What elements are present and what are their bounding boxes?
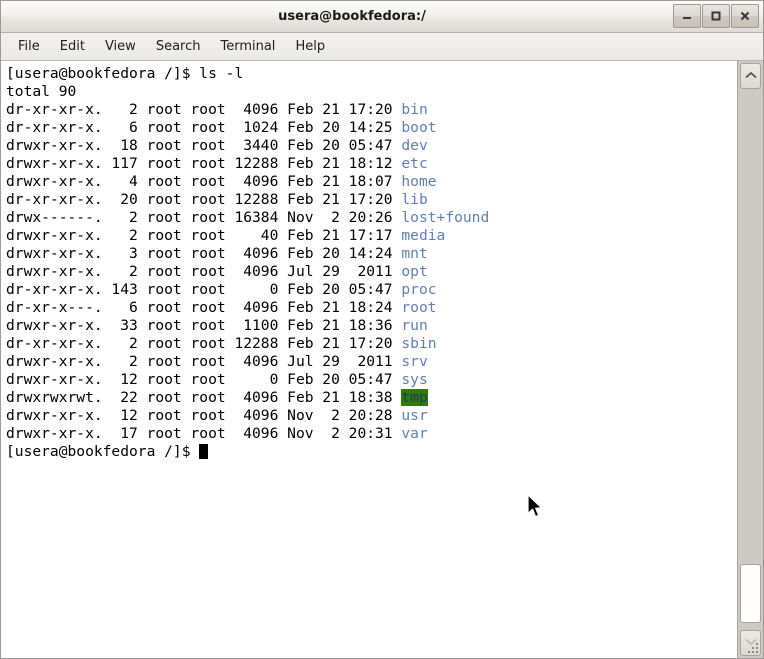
listing-row-meta: drwxr-xr-x. 2 root root 40 Feb 21 17:17 (6, 227, 402, 244)
terminal-listing-row: drwxr-xr-x. 33 root root 1100 Feb 21 18:… (6, 317, 737, 335)
resize-grip[interactable] (747, 642, 761, 656)
terminal-listing-row: dr-xr-xr-x. 20 root root 12288 Feb 21 17… (6, 191, 737, 209)
listing-row-name: dev (401, 137, 428, 154)
chevron-up-icon (744, 67, 758, 85)
terminal-listing-row: drwxr-xr-x. 2 root root 4096 Jul 29 2011… (6, 353, 737, 371)
listing-row-meta: drwxr-xr-x. 3 root root 4096 Feb 20 14:2… (6, 245, 402, 262)
listing-row-name: media (401, 227, 446, 244)
terminal-scrollbar[interactable] (737, 61, 763, 658)
terminal-listing-row: drwxr-xr-x. 18 root root 3440 Feb 20 05:… (6, 137, 737, 155)
listing-row-meta: dr-xr-xr-x. 2 root root 12288 Feb 21 17:… (6, 335, 402, 352)
terminal-listing-row: dr-xr-xr-x. 143 root root 0 Feb 20 05:47… (6, 281, 737, 299)
listing-row-meta: dr-xr-xr-x. 20 root root 12288 Feb 21 17… (6, 191, 402, 208)
listing-row-name: var (401, 425, 428, 442)
terminal-listing-row: drwxr-xr-x. 4 root root 4096 Feb 21 18:0… (6, 173, 737, 191)
terminal-command-line: [usera@bookfedora /]$ ls -l (6, 65, 244, 82)
menu-item-help[interactable]: Help (286, 36, 334, 57)
terminal-listing-row: drwx------. 2 root root 16384 Nov 2 20:2… (6, 209, 737, 227)
listing-row-name: sbin (401, 335, 437, 352)
terminal-listing-row: drwxr-xr-x. 3 root root 4096 Feb 20 14:2… (6, 245, 737, 263)
scrollbar-up-button[interactable] (740, 63, 761, 89)
listing-row-meta: drwx------. 2 root root 16384 Nov 2 20:2… (6, 209, 402, 226)
listing-row-meta: dr-xr-xr-x. 143 root root 0 Feb 20 05:47 (6, 281, 402, 298)
terminal-listing-row: drwxr-xr-x. 2 root root 40 Feb 21 17:17 … (6, 227, 737, 245)
menu-item-search[interactable]: Search (147, 36, 210, 57)
listing-row-meta: drwxr-xr-x. 4 root root 4096 Feb 21 18:0… (6, 173, 402, 190)
listing-row-name: sys (401, 371, 428, 388)
terminal-listing-row: drwxrwxrwt. 22 root root 4096 Feb 21 18:… (6, 389, 737, 407)
terminal-prompt: [usera@bookfedora /]$ (6, 443, 200, 460)
terminal-listing-row: drwxr-xr-x. 2 root root 4096 Jul 29 2011… (6, 263, 737, 281)
window-title: usera@bookfedora:/ (278, 9, 426, 24)
close-button[interactable] (731, 4, 759, 28)
listing-row-name: mnt (401, 245, 428, 262)
terminal-listing-row: dr-xr-x---. 6 root root 4096 Feb 21 18:2… (6, 299, 737, 317)
listing-row-name: usr (401, 407, 428, 424)
terminal-listing-row: drwxr-xr-x. 17 root root 4096 Nov 2 20:3… (6, 425, 737, 443)
listing-row-meta: drwxr-xr-x. 12 root root 0 Feb 20 05:47 (6, 371, 402, 388)
listing-row-meta: dr-xr-xr-x. 2 root root 4096 Feb 21 17:2… (6, 101, 402, 118)
terminal-area: [usera@bookfedora /]$ ls -l total 90 dr-xr… (1, 61, 763, 658)
menu-item-file[interactable]: File (9, 36, 49, 57)
listing-row-name: lib (401, 191, 428, 208)
scrollbar-track[interactable] (740, 91, 761, 628)
listing-row-name: etc (401, 155, 428, 172)
text-cursor (199, 444, 209, 459)
terminal-listing-row: dr-xr-xr-x. 6 root root 1024 Feb 20 14:2… (6, 119, 737, 137)
menu-item-edit[interactable]: Edit (51, 36, 94, 57)
listing-row-name: root (401, 299, 437, 316)
listing-row-name: proc (401, 281, 437, 298)
listing-row-name: srv (401, 353, 428, 370)
menu-item-view[interactable]: View (96, 36, 145, 57)
listing-row-meta: drwxrwxrwt. 22 root root 4096 Feb 21 18:… (6, 389, 402, 406)
listing-row-name: tmp (401, 389, 428, 406)
maximize-icon (709, 9, 723, 23)
minimize-button[interactable] (673, 4, 701, 28)
terminal-listing-row: drwxr-xr-x. 12 root root 4096 Nov 2 20:2… (6, 407, 737, 425)
listing-row-meta: drwxr-xr-x. 33 root root 1100 Feb 21 18:… (6, 317, 402, 334)
listing-row-name: lost+found (401, 209, 490, 226)
listing-row-meta: drwxr-xr-x. 2 root root 4096 Jul 29 2011 (6, 353, 402, 370)
listing-row-meta: drwxr-xr-x. 117 root root 12288 Feb 21 1… (6, 155, 402, 172)
listing-row-name: boot (401, 119, 437, 136)
titlebar[interactable]: usera@bookfedora:/ (1, 1, 763, 33)
scrollbar-thumb[interactable] (740, 563, 761, 623)
terminal-total-line: total 90 (6, 83, 77, 100)
listing-row-meta: dr-xr-xr-x. 6 root root 1024 Feb 20 14:2… (6, 119, 402, 136)
menu-item-terminal[interactable]: Terminal (211, 36, 284, 57)
listing-row-name: run (401, 317, 428, 334)
listing-row-meta: drwxr-xr-x. 17 root root 4096 Nov 2 20:3… (6, 425, 402, 442)
terminal-screen[interactable]: [usera@bookfedora /]$ ls -l total 90 dr-xr… (1, 61, 737, 658)
terminal-listing-row: dr-xr-xr-x. 2 root root 12288 Feb 21 17:… (6, 335, 737, 353)
terminal-listing-row: drwxr-xr-x. 117 root root 12288 Feb 21 1… (6, 155, 737, 173)
listing-row-name: home (401, 173, 437, 190)
terminal-prompt-line: [usera@bookfedora /]$ (6, 443, 737, 461)
listing-row-meta: drwxr-xr-x. 18 root root 3440 Feb 20 05:… (6, 137, 402, 154)
minimize-icon (680, 9, 694, 23)
listing-row-name: bin (401, 101, 428, 118)
listing-row-meta: drwxr-xr-x. 12 root root 4096 Nov 2 20:2… (6, 407, 402, 424)
terminal-window: usera@bookfedora:/ File Edit View Search… (0, 0, 764, 659)
listing-row-meta: dr-xr-x---. 6 root root 4096 Feb 21 18:2… (6, 299, 402, 316)
maximize-button[interactable] (702, 4, 730, 28)
terminal-listing-row: dr-xr-xr-x. 2 root root 4096 Feb 21 17:2… (6, 101, 737, 119)
menubar: File Edit View Search Terminal Help (1, 33, 763, 61)
close-icon (738, 9, 752, 23)
window-controls (673, 4, 759, 28)
listing-row-name: opt (401, 263, 428, 280)
terminal-listing-row: drwxr-xr-x. 12 root root 0 Feb 20 05:47 … (6, 371, 737, 389)
listing-row-meta: drwxr-xr-x. 2 root root 4096 Jul 29 2011 (6, 263, 402, 280)
